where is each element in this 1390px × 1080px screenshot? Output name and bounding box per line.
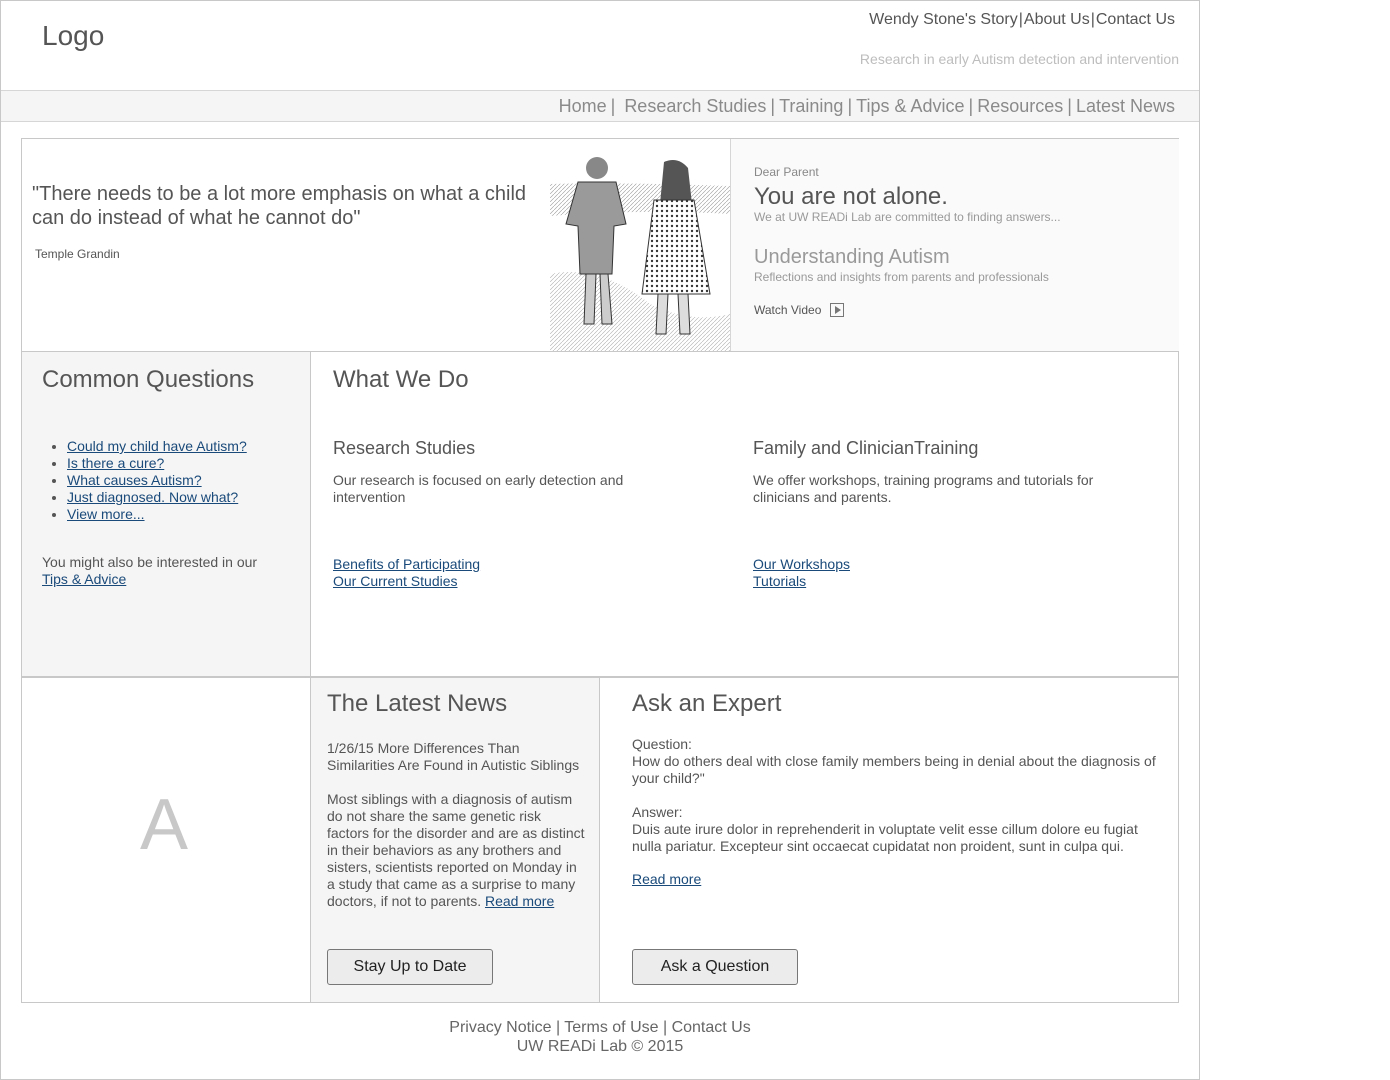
top-link-contact-us[interactable]: Contact Us bbox=[1096, 11, 1175, 28]
training-desc: We offer workshops, training programs an… bbox=[753, 472, 1094, 505]
list-item: Is there a cure? bbox=[67, 455, 247, 472]
tutorials-link[interactable]: Tutorials bbox=[753, 573, 806, 589]
ask-expert-content: Question: How do others deal with close … bbox=[632, 736, 1162, 855]
also-interested: You might also be interested in our Tips… bbox=[42, 554, 262, 588]
footer-links: Privacy Notice | Terms of Use | Contact … bbox=[449, 1019, 751, 1036]
greeting: Dear Parent bbox=[754, 165, 819, 179]
benefits-link[interactable]: Benefits of Participating bbox=[333, 556, 480, 572]
common-questions-title: Common Questions bbox=[42, 366, 255, 393]
list-item: Could my child have Autism? bbox=[67, 438, 247, 455]
answer-text: Duis aute irure dolor in reprehenderit i… bbox=[632, 821, 1138, 854]
footer-copyright: UW READi Lab © 2015 bbox=[516, 1038, 684, 1055]
common-questions-panel: Common Questions Could my child have Aut… bbox=[22, 352, 311, 676]
nav-items: Home | Research Studies | Training | Tips & A… bbox=[558, 96, 1175, 116]
ad-placeholder: A bbox=[22, 678, 311, 1002]
nav-item-tips-advice[interactable]: Tips & Advice bbox=[856, 96, 964, 116]
bottom-row: A The Latest News 1/26/15 More Differenc… bbox=[21, 677, 1179, 1003]
ask-question-button[interactable]: Ask a Question bbox=[632, 949, 798, 985]
logo[interactable]: Logo bbox=[42, 20, 104, 52]
question-link[interactable]: Just diagnosed. Now what? bbox=[67, 489, 238, 505]
watch-video-link[interactable]: Watch Video bbox=[754, 303, 821, 317]
nav-item-training[interactable]: Training bbox=[779, 96, 843, 116]
stay-up-to-date-button[interactable]: Stay Up to Date bbox=[327, 949, 493, 985]
top-link-about-us[interactable]: About Us bbox=[1024, 11, 1090, 28]
top-link-wendy-stones-story[interactable]: Wendy Stone's Story bbox=[869, 11, 1018, 28]
news-headline: 1/26/15 More Differences Than Similariti… bbox=[327, 740, 580, 773]
answer-label: Answer: bbox=[632, 804, 683, 820]
top-links: Wendy Stone's Story|About Us|Contact Us bbox=[869, 11, 1175, 28]
latest-news-panel: The Latest News 1/26/15 More Differences… bbox=[311, 678, 600, 1002]
hero-quote: "There needs to be a lot more emphasis o… bbox=[32, 183, 527, 229]
list-item: View more... bbox=[67, 506, 247, 523]
footer-terms-link[interactable]: Terms of Use bbox=[564, 1019, 658, 1036]
play-icon[interactable] bbox=[830, 303, 844, 317]
news-body: Most siblings with a diagnosis of autism… bbox=[327, 791, 585, 910]
news-body-text: Most siblings with a diagnosis of autism… bbox=[327, 791, 585, 909]
also-interested-text: You might also be interested in our bbox=[42, 554, 258, 570]
research-studies-desc: Our research is focused on early detecti… bbox=[333, 472, 624, 505]
hero-headline: You are not alone. bbox=[754, 183, 948, 210]
research-studies-title: Research Studies bbox=[333, 438, 476, 458]
question-link[interactable]: Could my child have Autism? bbox=[67, 438, 247, 454]
nav-item-research-studies[interactable]: Research Studies bbox=[624, 96, 766, 116]
training-title: Family and ClinicianTraining bbox=[753, 438, 979, 458]
latest-news-title: The Latest News bbox=[327, 690, 508, 717]
page: Logo Wendy Stone's Story|About Us|Contac… bbox=[0, 0, 1200, 1080]
nav-item-latest-news[interactable]: Latest News bbox=[1076, 96, 1175, 116]
news-read-more-link[interactable]: Read more bbox=[485, 893, 554, 909]
video-subtitle: Reflections and insights from parents an… bbox=[754, 270, 1049, 284]
workshops-link[interactable]: Our Workshops bbox=[753, 556, 850, 572]
training-links: Our Workshops Tutorials bbox=[753, 556, 850, 590]
research-links: Benefits of Participating Our Current St… bbox=[333, 556, 480, 590]
what-we-do-title: What We Do bbox=[333, 366, 469, 393]
expert-read-more: Read more bbox=[632, 871, 701, 887]
question-link[interactable]: Is there a cure? bbox=[67, 455, 164, 471]
expert-read-more-link[interactable]: Read more bbox=[632, 871, 701, 887]
children-illustration bbox=[550, 154, 730, 351]
question-label: Question: bbox=[632, 736, 692, 752]
hero-headline-sub: We at UW READi Lab are committed to find… bbox=[754, 210, 1061, 224]
tagline: Research in early Autism detection and i… bbox=[859, 51, 1179, 67]
current-studies-link[interactable]: Our Current Studies bbox=[333, 573, 458, 589]
ask-expert-title: Ask an Expert bbox=[632, 690, 782, 717]
nav-item-resources[interactable]: Resources bbox=[977, 96, 1063, 116]
tips-advice-link[interactable]: Tips & Advice bbox=[42, 571, 126, 587]
ad-letter: A bbox=[140, 785, 189, 865]
footer-contact-link[interactable]: Contact Us bbox=[672, 1019, 751, 1036]
list-item: Just diagnosed. Now what? bbox=[67, 489, 247, 506]
question-link[interactable]: What causes Autism? bbox=[67, 472, 202, 488]
quote-author: Temple Grandin bbox=[35, 247, 120, 261]
content-row: Common Questions Could my child have Aut… bbox=[21, 352, 1179, 677]
question-text: How do others deal with close family mem… bbox=[632, 753, 1156, 786]
video-title: Understanding Autism bbox=[754, 246, 950, 268]
hero-message-panel: Dear Parent You are not alone. We at UW … bbox=[730, 139, 1179, 351]
hero-section: "There needs to be a lot more emphasis o… bbox=[21, 138, 1179, 352]
common-questions-list: Could my child have Autism? Is there a c… bbox=[47, 438, 247, 523]
nav-item-home[interactable]: Home bbox=[559, 96, 607, 116]
main-nav: Home | Research Studies | Training | Tips & A… bbox=[1, 90, 1199, 122]
list-item: What causes Autism? bbox=[67, 472, 247, 489]
view-more-link[interactable]: View more... bbox=[67, 506, 145, 522]
footer-privacy-link[interactable]: Privacy Notice bbox=[449, 1019, 551, 1036]
